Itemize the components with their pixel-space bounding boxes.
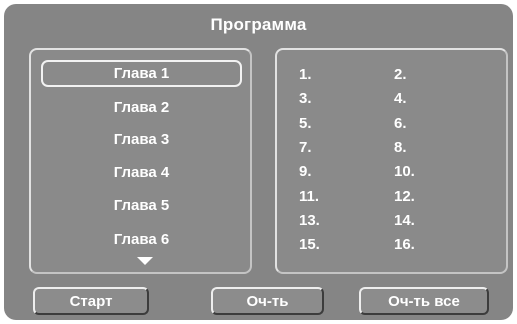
clear-all-button[interactable]: Оч-ть все (359, 287, 489, 315)
program-slot-1[interactable]: 1. (299, 66, 312, 84)
program-screen: Программа Глава 1 Глава 2 Глава 3 Глава … (4, 4, 513, 320)
chapter-item-6[interactable]: Глава 6 (41, 226, 242, 253)
clear-button[interactable]: Оч-ть (211, 287, 324, 315)
screen-title: Программа (210, 15, 307, 34)
start-button[interactable]: Старт (33, 287, 149, 315)
chapter-item-4[interactable]: Глава 4 (41, 159, 242, 186)
program-slot-11[interactable]: 11. (299, 188, 319, 206)
chapter-item-1[interactable]: Глава 1 (41, 60, 242, 87)
program-slot-15[interactable]: 15. (299, 236, 320, 254)
program-slot-4[interactable]: 4. (394, 90, 407, 108)
chapter-item-5[interactable]: Глава 5 (41, 192, 242, 219)
scroll-down-arrow-icon[interactable] (137, 257, 153, 265)
program-slot-7[interactable]: 7. (299, 139, 312, 157)
program-slot-13[interactable]: 13. (299, 212, 320, 230)
program-slot-9[interactable]: 9. (299, 163, 312, 181)
program-slot-16[interactable]: 16. (394, 236, 415, 254)
chapter-item-2[interactable]: Глава 2 (41, 94, 242, 121)
program-slot-8[interactable]: 8. (394, 139, 407, 157)
program-slot-6[interactable]: 6. (394, 115, 407, 133)
program-slot-3[interactable]: 3. (299, 90, 312, 108)
program-slot-14[interactable]: 14. (394, 212, 415, 230)
program-slot-10[interactable]: 10. (394, 163, 415, 181)
program-slot-5[interactable]: 5. (299, 115, 312, 133)
program-slot-12[interactable]: 12. (394, 188, 415, 206)
chapter-item-3[interactable]: Глава 3 (41, 126, 242, 153)
program-slot-2[interactable]: 2. (394, 66, 407, 84)
chapter-list[interactable]: Глава 1 Глава 2 Глава 3 Глава 4 Глава 5 … (29, 48, 252, 274)
program-slots-panel: 1. 2. 3. 4. 5. 6. 7. 8. 9. 10. 11. 12. 1… (275, 48, 508, 274)
